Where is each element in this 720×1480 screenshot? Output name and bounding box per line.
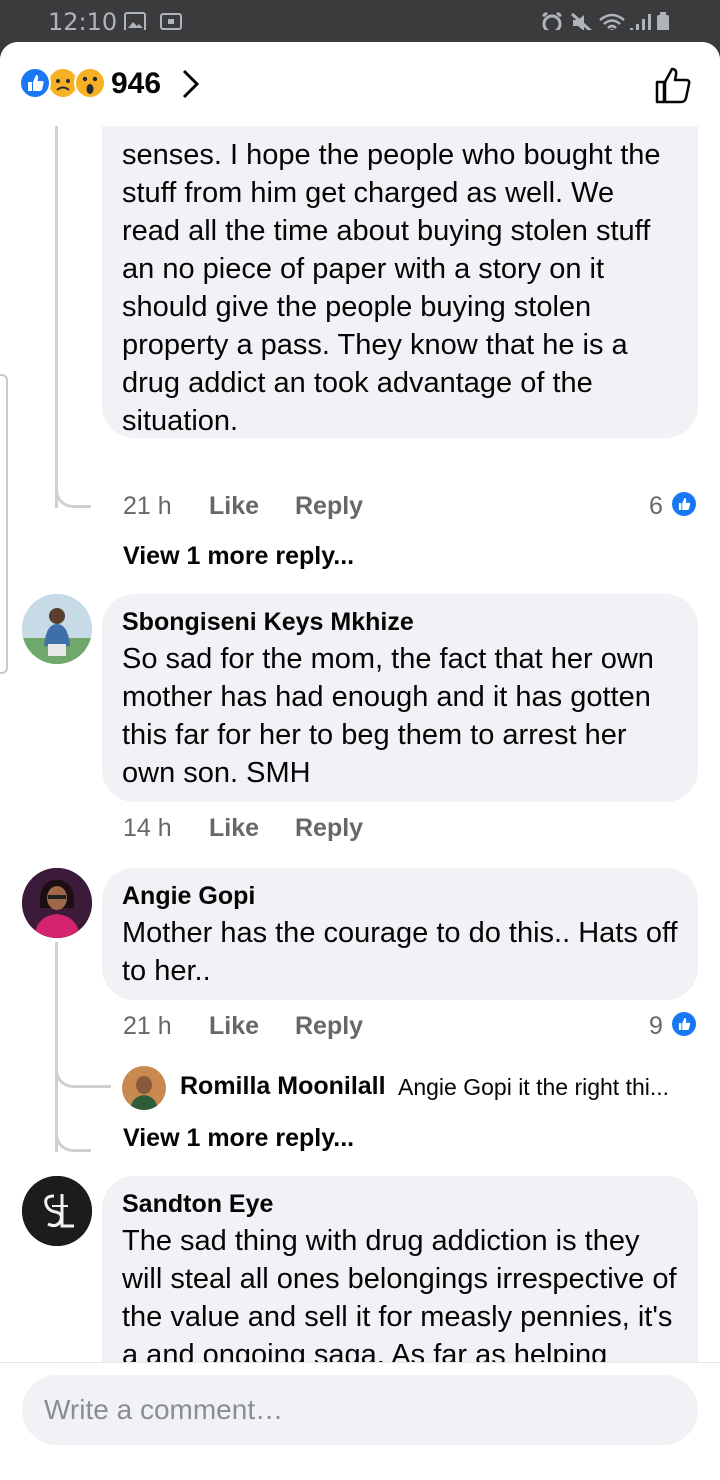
wow-reaction-icon [74,67,106,99]
comment-text: Mother has the courage to do this.. Hats… [122,917,678,987]
thread-line [55,942,58,1152]
reply-preview[interactable]: Romilla Moonilall Angie Gopi it the righ… [122,1066,702,1110]
avatar-photo [122,1066,166,1110]
avatar-photo [22,868,92,938]
comment-bubble[interactable]: Angie Gopi Mother has the courage to do … [102,868,698,1000]
comments-sheet: 946 senses. I hope the people who bought… [0,42,720,1480]
comment-input[interactable] [22,1375,698,1445]
scroll-edge [0,374,8,674]
like-button[interactable]: Like [209,1012,259,1041]
reply-button[interactable]: Reply [295,814,363,843]
image-icon [124,12,146,30]
reply-button[interactable]: Reply [295,1012,363,1041]
reply-author[interactable]: Romilla Moonilall [180,1072,386,1101]
reactions-header: 946 [0,42,720,126]
comment-bubble[interactable]: senses. I hope the people who bought the… [102,126,698,438]
like-button[interactable]: Like [209,492,259,521]
chevron-right-icon[interactable] [180,68,202,100]
avatar-photo [22,594,92,664]
comment-author[interactable]: Sbongiseni Keys Mkhize [122,604,678,640]
comment-bubble[interactable]: Sandton Eye The sad thing with drug addi… [102,1176,698,1362]
reaction-count[interactable]: 946 [111,67,161,101]
thread-curve [55,1066,111,1088]
status-time: 12:10 [48,8,118,36]
avatar[interactable] [122,1066,166,1110]
comment-time: 21 h [123,1012,172,1040]
comment-time: 14 h [123,814,172,842]
reply-button[interactable]: Reply [295,492,363,521]
wifi-icon [599,13,625,30]
comment-actions: 21 h Like Reply [123,1012,523,1048]
thread-curve [55,476,91,508]
comment-actions: 14 h Like Reply [123,814,523,850]
comment-text: The sad thing with drug addiction is the… [122,1225,677,1362]
like-count[interactable]: 6 [649,492,663,521]
view-more-replies[interactable]: View 1 more reply... [123,542,354,571]
reply-text: Angie Gopi it the right thi... [398,1074,670,1100]
comment-bubble[interactable]: Sbongiseni Keys Mkhize So sad for the mo… [102,594,698,802]
thread-line [55,126,58,508]
alarm-icon [542,12,562,30]
comment-text: senses. I hope the people who bought the… [122,139,661,437]
like-count[interactable]: 9 [649,1012,663,1041]
avatar[interactable] [22,868,92,938]
reactions-summary[interactable] [18,66,108,100]
comment-time: 21 h [123,492,172,520]
like-badge-icon [670,490,698,518]
avatar[interactable] [22,594,92,664]
comment-feed[interactable]: senses. I hope the people who bought the… [0,126,720,1362]
like-reaction-icon [19,67,51,99]
comment-author[interactable]: Angie Gopi [122,878,678,914]
like-button[interactable]: Like [209,814,259,843]
mute-icon [570,12,593,30]
sad-reaction-icon [47,67,79,99]
comment-actions: 21 h Like Reply [123,492,523,528]
screen-icon [160,13,182,30]
sandton-eye-logo [22,1176,92,1246]
comment-author[interactable]: Sandton Eye [122,1186,678,1222]
signal-icon [630,14,651,30]
avatar[interactable] [22,1176,92,1246]
status-bar: 12:10 [0,0,720,44]
comment-text: So sad for the mom, the fact that her ow… [122,643,654,789]
thumbs-up-icon[interactable] [654,66,692,104]
thread-curve [55,1126,91,1152]
like-badge-icon [670,1010,698,1038]
comment-composer [0,1362,720,1480]
battery-icon [657,12,669,30]
view-more-replies[interactable]: View 1 more reply... [123,1124,354,1153]
